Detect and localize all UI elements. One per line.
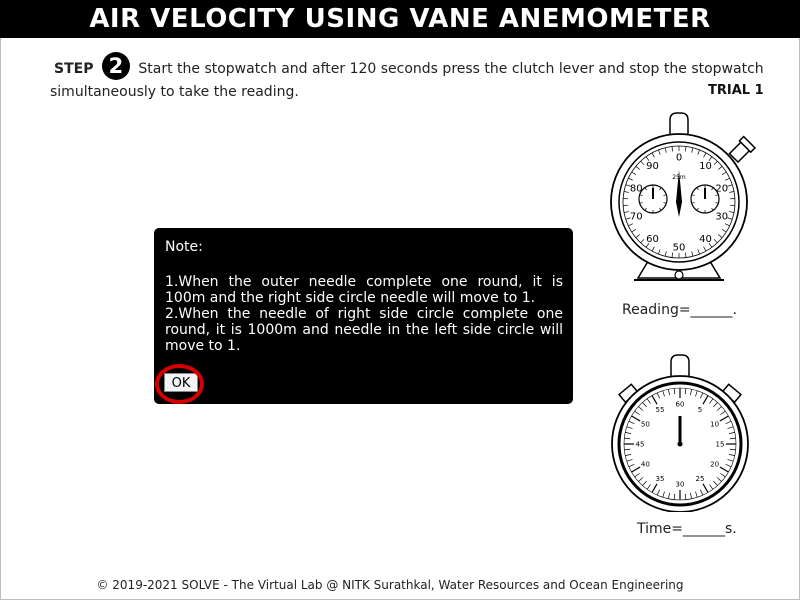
step-instruction-row: STEP 2 Start the stopwatch and after 120… (50, 52, 770, 102)
stopwatch-dial-number: 5 (698, 406, 702, 414)
ok-button[interactable]: OK (164, 373, 198, 392)
stopwatch-dial-number: 25 (696, 475, 705, 483)
trial-label: TRIAL 1 (708, 83, 764, 98)
anemometer-dial-number: 90 (646, 161, 659, 172)
anemometer-dial-number: 30 (715, 211, 728, 222)
stopwatch-dial-number: 60 (676, 400, 685, 408)
anemometer-dial-number: 10 (699, 161, 712, 172)
stopwatch-dial-number: 30 (676, 480, 685, 488)
reading-label: Reading=______. (622, 302, 738, 318)
footer-copyright: © 2019-2021 SOLVE - The Virtual Lab @ NI… (96, 578, 684, 592)
page-title: AIR VELOCITY USING VANE ANEMOMETER (0, 0, 800, 38)
note-body: 1.When the outer needle complete one rou… (165, 274, 563, 354)
stopwatch-dial-number: 55 (656, 406, 665, 414)
vane-anemometer-image[interactable]: 0102030405060708090 25m (600, 110, 760, 292)
stopwatch-dial-number: 40 (641, 460, 650, 468)
anemometer-dial-number: 70 (630, 211, 643, 222)
stopwatch-dial-number: 20 (710, 460, 719, 468)
stopwatch-image[interactable]: 60 5 10 15 20 25 30 35 40 45 50 55 (605, 352, 755, 512)
note-line-2: 2.When the needle of right side circle c… (165, 306, 563, 354)
stopwatch-dial-number: 15 (716, 440, 725, 448)
note-dialog: Note: 1.When the outer needle complete o… (154, 228, 573, 404)
step-number-badge: 2 (101, 52, 130, 80)
note-title: Note: (165, 239, 203, 255)
anemometer-dial-number: 60 (646, 234, 659, 245)
step-instruction: Start the stopwatch and after 120 second… (50, 61, 764, 100)
note-line-1: 1.When the outer needle complete one rou… (165, 274, 563, 306)
step-label: STEP (54, 61, 94, 77)
stopwatch-dial-number: 35 (656, 475, 665, 483)
time-label: Time=______s. (637, 521, 737, 537)
anemometer-dial-number: 40 (699, 234, 712, 245)
anemometer-dial-number: 50 (673, 243, 686, 254)
stopwatch-dial-number: 10 (710, 420, 719, 428)
anemometer-dial-number: 0 (676, 153, 682, 164)
stopwatch-dial-number: 50 (641, 420, 650, 428)
stopwatch-dial-number: 45 (636, 440, 645, 448)
